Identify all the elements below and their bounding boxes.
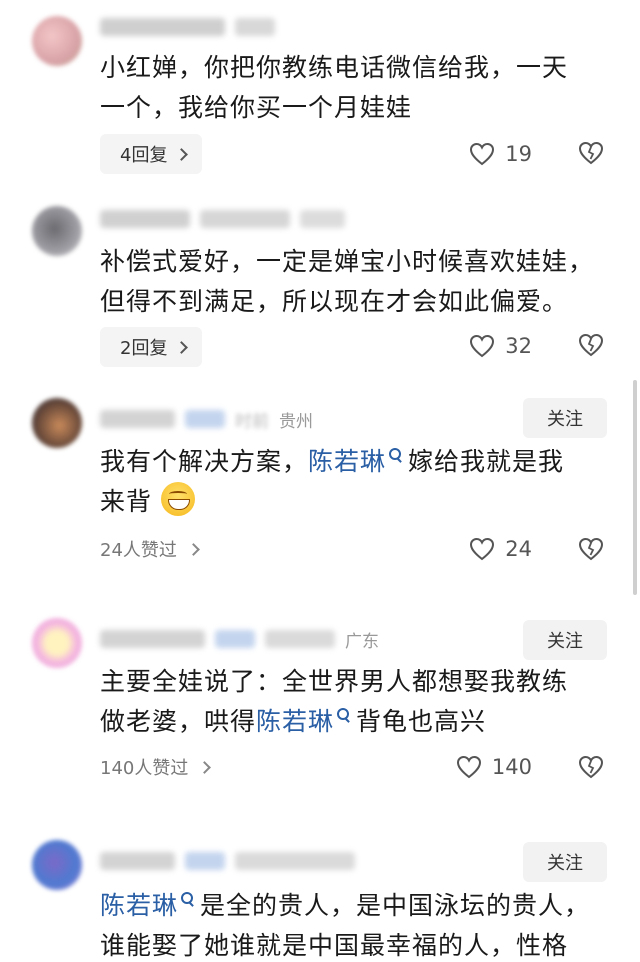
scrollbar[interactable]	[633, 380, 637, 595]
broken-heart-icon[interactable]	[578, 755, 604, 779]
likers-link[interactable]: 140人赞过	[100, 752, 212, 782]
likers-count: 24人赞过	[100, 540, 177, 561]
meta-blurred	[235, 18, 275, 36]
text-segment: 嫁给我就是我	[408, 447, 565, 476]
time-blurred: 时前	[235, 411, 269, 432]
username-blurred[interactable]	[100, 410, 175, 428]
badge-blurred	[185, 852, 225, 870]
comment-text: 补偿式爱好，一定是婵宝小时候喜欢娃娃， 但得不到满足，所以现在才会如此偏爱。	[100, 242, 610, 322]
search-mention-icon[interactable]	[336, 708, 350, 722]
username-blurred[interactable]	[100, 18, 225, 36]
comment-text: 陈若琳 是全的贵人，是中国泳坛的贵人， 谁能娶了她谁就是中国最幸福的人，性格	[100, 886, 610, 962]
text-segment: 我有个解决方案，	[100, 447, 309, 476]
mention-link[interactable]: 陈若琳	[256, 707, 334, 736]
comment-text: 小红婵，你把你教练电话微信给我，一天 一个，我给你买一个月娃娃	[100, 48, 610, 128]
comment-text-line: 补偿式爱好，一定是婵宝小时候喜欢娃娃，	[100, 247, 595, 276]
like-button[interactable]: 32	[469, 331, 532, 361]
search-mention-icon[interactable]	[388, 448, 402, 462]
meta-blurred	[200, 210, 290, 228]
broken-heart-icon[interactable]	[578, 537, 604, 561]
badge-blurred	[185, 410, 225, 428]
username-blurred[interactable]	[100, 210, 190, 228]
avatar[interactable]	[32, 618, 82, 668]
username-blurred[interactable]	[100, 630, 205, 648]
avatar[interactable]	[32, 840, 82, 890]
comment-text-line: 一个，我给你买一个月娃娃	[100, 93, 413, 122]
comment-meta: 广东	[100, 626, 379, 652]
heart-outline-icon	[470, 537, 495, 561]
location-label: 广东	[345, 631, 379, 652]
like-button[interactable]: 24	[469, 534, 532, 564]
comment-text-line: 陈若琳 是全的贵人，是中国泳坛的贵人，	[100, 886, 610, 926]
follow-button[interactable]: 关注	[523, 398, 607, 438]
grinning-face-emoji	[160, 482, 195, 516]
chevron-right-icon	[175, 147, 189, 161]
likers-count: 140人赞过	[100, 758, 189, 779]
comment-text-line: 做老婆，哄得陈若琳 背龟也高兴	[100, 702, 610, 742]
comment-text: 我有个解决方案，陈若琳 嫁给我就是我 来背	[100, 442, 610, 522]
comment-meta	[100, 848, 355, 874]
comment-meta: 时前 贵州	[100, 406, 313, 432]
follow-button[interactable]: 关注	[523, 842, 607, 882]
search-mention-icon[interactable]	[180, 892, 194, 906]
heart-outline-icon	[456, 755, 481, 779]
heart-outline-icon	[470, 334, 495, 358]
location-label: 贵州	[279, 411, 313, 432]
reply-count: 4回复	[120, 145, 168, 166]
like-button[interactable]: 19	[469, 139, 532, 169]
comment-text-line: 来背	[100, 482, 610, 522]
avatar[interactable]	[32, 16, 82, 66]
like-count: 140	[491, 755, 532, 779]
likers-link[interactable]: 24人赞过	[100, 534, 200, 564]
comment-text-line: 主要全娃说了：全世界男人都想娶我教练	[100, 667, 569, 696]
time-blurred	[265, 630, 335, 648]
text-segment: 来背	[100, 487, 153, 516]
comment-text-line: 谁能娶了她谁就是中国最幸福的人，性格	[100, 931, 569, 960]
reply-button[interactable]: 4回复	[100, 134, 203, 174]
like-count: 19	[505, 142, 532, 166]
chevron-right-icon	[198, 760, 212, 774]
reply-button[interactable]: 2回复	[100, 327, 203, 367]
heart-outline-icon	[470, 142, 495, 166]
avatar[interactable]	[32, 398, 82, 448]
follow-button[interactable]: 关注	[523, 620, 607, 660]
mention-link[interactable]: 陈若琳	[308, 447, 386, 476]
chevron-right-icon	[175, 340, 189, 354]
text-segment: 背龟也高兴	[356, 707, 487, 736]
comment-text-line: 但得不到满足，所以现在才会如此偏爱。	[100, 287, 569, 316]
broken-heart-icon[interactable]	[578, 141, 604, 165]
comment-text-line: 小红婵，你把你教练电话微信给我，一天	[100, 53, 569, 82]
comment-meta	[100, 206, 345, 232]
time-blurred	[235, 852, 355, 870]
chevron-right-icon	[187, 542, 200, 556]
like-count: 24	[505, 537, 532, 561]
text-segment: 是全的贵人，是中国泳坛的贵人，	[200, 891, 591, 920]
like-button[interactable]: 140	[456, 752, 532, 782]
comment-text: 主要全娃说了：全世界男人都想娶我教练 做老婆，哄得陈若琳 背龟也高兴	[100, 662, 610, 742]
like-count: 32	[505, 334, 532, 358]
comment-text-line: 我有个解决方案，陈若琳 嫁给我就是我	[100, 442, 610, 482]
meta-blurred	[300, 210, 345, 228]
reply-count: 2回复	[120, 338, 168, 359]
text-segment: 做老婆，哄得	[100, 707, 257, 736]
avatar[interactable]	[32, 206, 82, 256]
badge-blurred	[215, 630, 255, 648]
mention-link[interactable]: 陈若琳	[100, 891, 178, 920]
comment-meta	[100, 14, 275, 40]
broken-heart-icon[interactable]	[578, 333, 604, 357]
username-blurred[interactable]	[100, 852, 175, 870]
